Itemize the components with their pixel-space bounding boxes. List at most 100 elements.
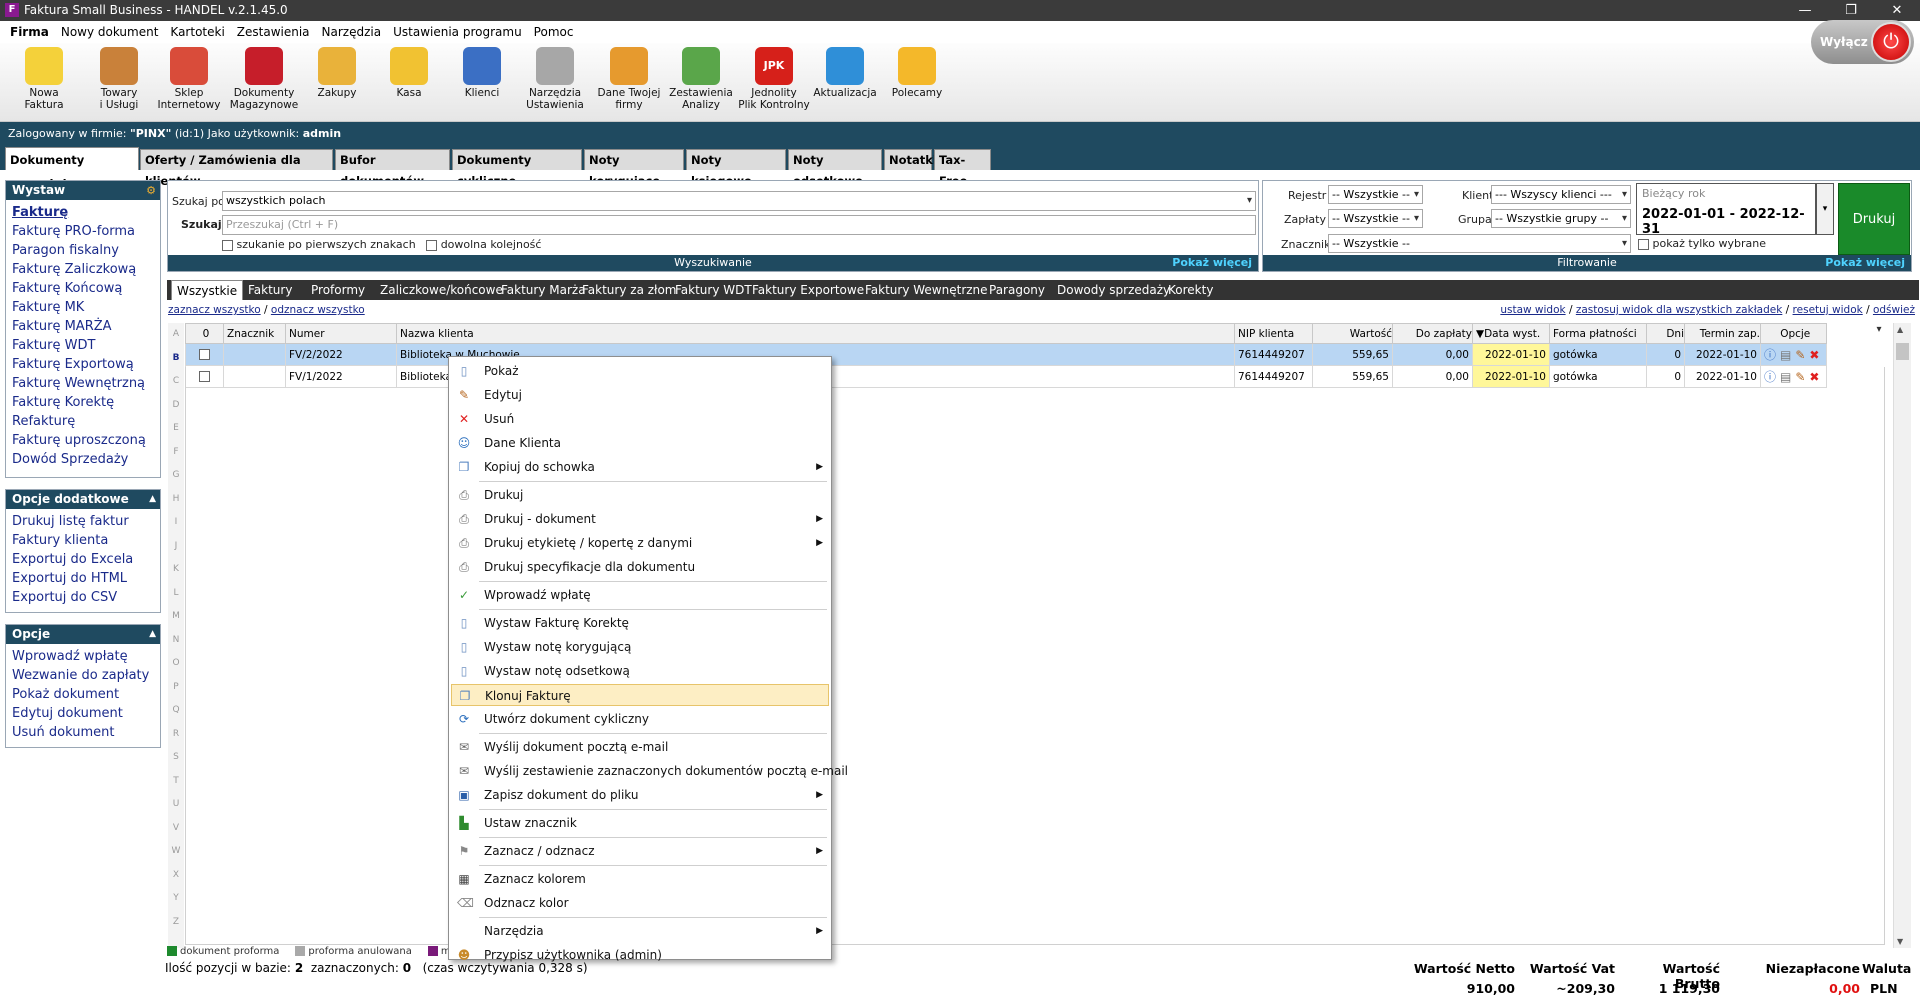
sidebar-item-wystaw-10[interactable]: Fakturę Korektę [6,393,160,412]
context-item-8[interactable]: ⎙ Drukuj specyfikacje dla dokumentu [451,556,829,578]
apply-view-link[interactable]: zastosuj widok dla wszystkich zakładek [1576,304,1783,316]
search-input[interactable]: Przeszukaj (Ctrl + F) [222,215,1256,235]
alphabet-letter[interactable]: R [168,723,184,747]
context-item-0[interactable]: ▯ Pokaż [451,360,829,382]
column-header-10[interactable]: Termin zap. [1684,323,1761,344]
sidebar-item-wystaw-11[interactable]: Refakturę [6,412,160,431]
sidebar-item-opcje_dod-1[interactable]: Faktury klienta [6,531,160,550]
main-tab-5[interactable]: Noty księgowe [686,149,786,188]
alphabet-letter[interactable]: X [168,864,184,888]
zaplaty-select[interactable]: -- Wszystkie -- [1328,209,1423,228]
refresh-link[interactable]: odśwież [1873,304,1915,316]
info-icon[interactable]: ⓘ [1764,348,1776,362]
context-item-16[interactable]: ✉ Wyślij zestawienie zaznaczonych dokumen… [451,760,848,782]
znacznik-select[interactable]: -- Wszystkie -- [1328,234,1631,253]
context-item-22[interactable]: Narzędzia ▶ [451,920,829,942]
sub-tab-3[interactable]: Zaliczkowe/końcowe [375,280,508,300]
menu-nowy-dokument[interactable]: Nowy dokument [55,25,165,39]
settings-icon[interactable]: ⚙ [146,181,156,200]
context-item-23[interactable]: ☻ Przypisz użytkownika (admin) [451,944,829,966]
context-item-5[interactable]: ⎙ Drukuj [451,484,829,506]
alphabet-letter[interactable]: Q [168,699,184,723]
alphabet-letter[interactable]: U [168,793,184,817]
column-header-0[interactable]: 0 [185,323,224,344]
alphabet-letter[interactable]: Z [168,911,184,935]
context-item-21[interactable]: ⌫ Odznacz kolor [451,892,829,914]
alphabet-letter[interactable]: D [168,394,184,418]
toolbar-button-7[interactable]: Narzędzia Ustawienia [518,47,592,119]
panel-wystaw-header[interactable]: Wystaw ⚙ [6,181,160,200]
column-header-7[interactable]: ▼Data wyst. [1472,323,1550,344]
column-header-9[interactable]: Dni [1646,323,1685,344]
context-item-9[interactable]: ✓ Wprowadź wpłatę [451,584,829,606]
alphabet-letter[interactable]: M [168,605,184,629]
sidebar-item-wystaw-6[interactable]: Fakturę MARŻA [6,317,160,336]
main-tab-8[interactable]: Tax-Free [934,149,991,188]
sidebar-item-wystaw-12[interactable]: Fakturę uproszczoną [6,431,160,450]
rejestr-select[interactable]: -- Wszystkie -- [1328,185,1423,204]
column-header-6[interactable]: Do zapłaty [1392,323,1473,344]
minimize-button[interactable]: — [1782,0,1828,21]
main-tab-0[interactable]: Dokumenty sprzedaży [5,147,139,191]
column-header-4[interactable]: NIP klienta [1234,323,1313,344]
reset-view-link[interactable]: resetuj widok [1793,304,1863,316]
sidebar-item-wystaw-5[interactable]: Fakturę MK [6,298,160,317]
alphabet-letter[interactable]: V [168,817,184,841]
alphabet-letter[interactable]: E [168,417,184,441]
any-order-checkbox[interactable] [426,239,438,251]
toolbar-button-12[interactable]: Polecamy [880,47,954,119]
sub-tab-5[interactable]: Faktury za złom [577,280,681,300]
search-show-more-link[interactable]: Pokaż więcej [1172,255,1252,271]
context-item-13[interactable]: ❐ Klonuj Fakturę [451,684,829,706]
period-selector[interactable]: Bieżący rok 2022-01-01 - 2022-12-31 [1636,183,1816,237]
only-selected-checkbox[interactable] [1638,238,1649,250]
toolbar-button-3[interactable]: Dokumenty Magazynowe [227,47,301,119]
toolbar-button-4[interactable]: Zakupy [300,47,374,119]
menu-zestawienia[interactable]: Zestawienia [231,25,316,39]
context-item-12[interactable]: ▯ Wystaw notę odsetkową [451,660,829,682]
context-item-17[interactable]: ▣ Zapisz dokument do pliku ▶ [451,784,829,806]
main-tab-3[interactable]: Dokumenty cykliczne [452,149,582,188]
period-dropdown-button[interactable]: ▾ [1816,183,1834,235]
filter-show-more-link[interactable]: Pokaż więcej [1825,255,1905,271]
sidebar-item-opcje-4[interactable]: Usuń dokument [6,723,160,742]
delete-icon[interactable]: ✖ [1809,348,1819,362]
sub-tab-8[interactable]: Faktury Wewnętrzne [860,280,993,300]
context-item-11[interactable]: ▯ Wystaw notę korygującą [451,636,829,658]
panel-opcje-dodatkowe-header[interactable]: Opcje dodatkowe ▲ [6,490,160,509]
main-tab-1[interactable]: Oferty / Zamówienia dla klientów [140,149,333,188]
context-item-2[interactable]: ✕ Usuń [451,408,829,430]
main-tab-2[interactable]: Bufor dokumentów [335,149,450,188]
context-item-19[interactable]: ⚑ Zaznacz / odznacz ▶ [451,840,829,862]
sub-tab-9[interactable]: Paragony [984,280,1050,300]
alphabet-letter[interactable]: J [168,535,184,559]
collapse-icon[interactable]: ▲ [149,490,156,509]
alphabet-letter[interactable]: K [168,558,184,582]
edit-icon[interactable]: ✎ [1795,348,1805,362]
alphabet-letter[interactable]: O [168,652,184,676]
klient-select[interactable]: --- Wszyscy klienci --- [1491,185,1631,204]
toolbar-button-0[interactable]: Nowa Faktura [7,47,81,119]
column-header-11[interactable]: Opcje [1759,323,1828,344]
menu-narzedzia[interactable]: Narzędzia [316,25,388,39]
menu-ustawienia[interactable]: Ustawienia programu [387,25,528,39]
table-row[interactable]: FV/2/2022 Biblioteka w Muchowie 7614449207… [185,343,1885,366]
context-item-20[interactable]: ▦ Zaznacz kolorem [451,868,829,890]
unselect-all-link[interactable]: odznacz wszystko [271,304,365,316]
menu-firma[interactable]: Firma [4,25,55,39]
context-item-15[interactable]: ✉ Wyślij dokument pocztą e-mail [451,736,829,758]
column-header-1[interactable]: Znacznik [223,323,286,344]
sidebar-item-wystaw-8[interactable]: Fakturę Exportową [6,355,160,374]
alphabet-letter[interactable]: T [168,770,184,794]
alphabet-letter[interactable]: L [168,582,184,606]
power-icon[interactable]: ⏻ [1871,22,1911,62]
main-tab-7[interactable]: Notatki [884,149,937,170]
toolbar-button-8[interactable]: Dane Twojej firmy [592,47,666,119]
sidebar-item-wystaw-0[interactable]: Fakturę [6,203,160,222]
alphabet-letter[interactable]: Y [168,887,184,911]
scroll-down-icon[interactable]: ▼ [1897,937,1903,946]
sub-tab-6[interactable]: Faktury WDT [670,280,757,300]
row-checkbox[interactable] [199,349,210,360]
alphabet-letter[interactable]: F [168,441,184,465]
sidebar-item-wystaw-2[interactable]: Paragon fiskalny [6,241,160,260]
